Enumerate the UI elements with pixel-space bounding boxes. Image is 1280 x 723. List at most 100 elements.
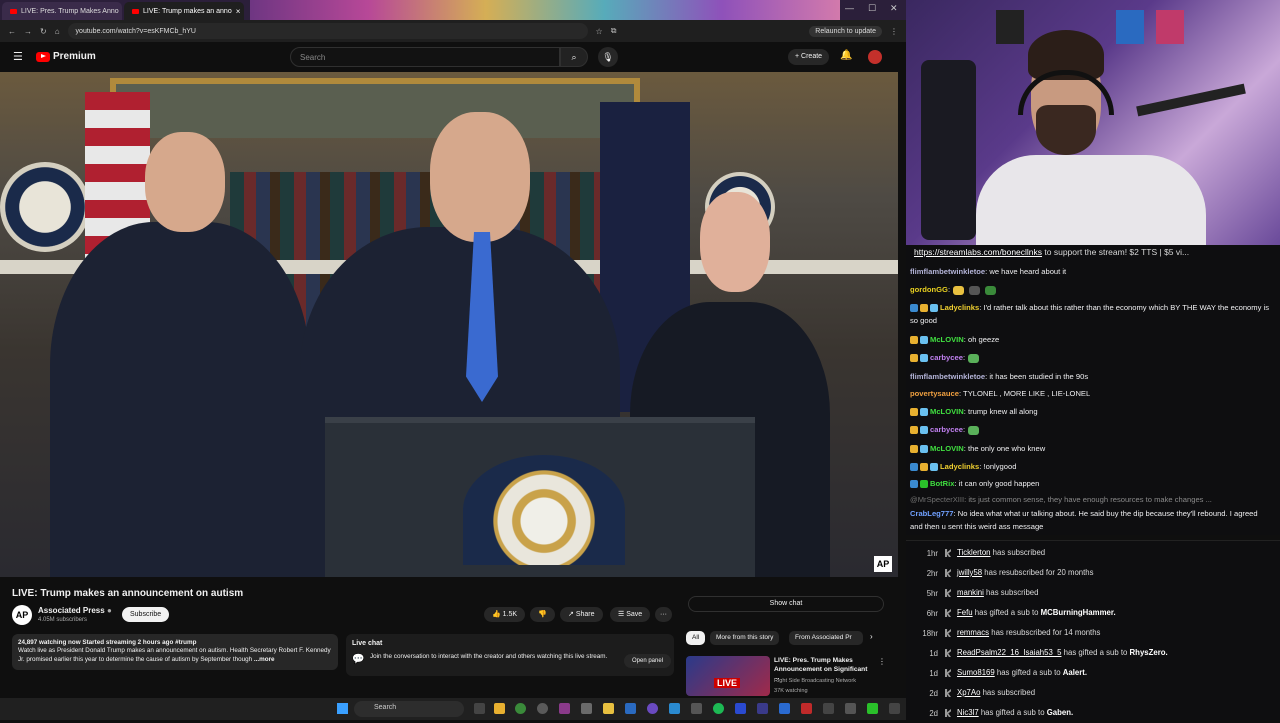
event-recipient[interactable]: Gaben. — [1047, 708, 1073, 717]
url-field[interactable]: youtube.com/watch?v=esKFMCb_hYU — [67, 23, 588, 39]
share-button[interactable]: ↗ Share — [560, 607, 603, 622]
event-username[interactable]: Xp7Ao — [957, 688, 980, 697]
create-button[interactable]: + Create — [788, 49, 830, 65]
subscribe-button[interactable]: Subscribe — [122, 607, 170, 622]
chat-username[interactable]: flimflambetwinkletoe — [910, 267, 985, 276]
taskbar-app-icon[interactable] — [845, 703, 856, 714]
reload-icon[interactable]: ↻ — [40, 27, 47, 36]
event-username[interactable]: Sumo8169 — [957, 668, 995, 677]
taskbar-app-icon[interactable] — [867, 703, 878, 714]
chat-username[interactable]: flimflambetwinkletoe — [910, 372, 985, 381]
chat-username[interactable]: McLOVIN — [930, 407, 964, 416]
taskbar-app-icon[interactable] — [537, 703, 548, 714]
open-panel-button[interactable]: Open panel — [624, 654, 672, 668]
streamlabs-link[interactable]: https://streamlabs.com/bonecllnks — [914, 247, 1042, 257]
like-button[interactable]: 👍 1.5K — [484, 607, 526, 622]
taskbar-app-icon[interactable] — [691, 703, 702, 714]
search-button[interactable]: ⌕ — [560, 47, 588, 67]
back-icon[interactable]: ← — [8, 27, 16, 36]
chat-username[interactable]: Ladyclinks — [940, 303, 979, 312]
taskbar-app-icon[interactable] — [647, 703, 658, 714]
chat-username[interactable]: povertysauce — [910, 389, 959, 398]
more-link[interactable]: ...more — [254, 656, 275, 663]
taskbar-app-icon[interactable] — [559, 703, 570, 714]
minimize-icon[interactable]: — — [845, 3, 854, 13]
forward-icon[interactable]: → — [24, 27, 32, 36]
maximize-icon[interactable]: ☐ — [868, 3, 876, 14]
taskbar-search[interactable]: Search — [354, 701, 464, 717]
recommended-thumbnail[interactable]: LIVE — [686, 656, 770, 696]
event-recipient[interactable]: Aalert. — [1063, 668, 1087, 677]
event-username[interactable]: jwilly58 — [957, 568, 982, 577]
event-username[interactable]: ReadPsalm22_16_Isaiah53_5 — [957, 648, 1061, 657]
chat-username[interactable]: gordonGG — [910, 285, 948, 294]
close-window-icon[interactable]: ✕ — [890, 3, 898, 14]
browser-menu-icon[interactable]: ⋮ — [890, 27, 898, 36]
taskbar-app-icon[interactable] — [757, 703, 768, 714]
taskbar-app-icon[interactable] — [889, 703, 900, 714]
show-chat-button[interactable]: Show chat — [688, 596, 884, 612]
event-time: 1hr — [926, 549, 938, 558]
chat-username[interactable]: @MrSpecterXIII — [910, 495, 964, 504]
event-username[interactable]: mankini — [957, 588, 984, 597]
spotify-icon[interactable] — [713, 703, 724, 714]
taskbar-app-icon[interactable] — [494, 703, 505, 714]
description-box[interactable]: 24,897 watching now Started streaming 2 … — [12, 634, 338, 670]
event-username[interactable]: Fefu — [957, 608, 973, 617]
relaunch-button[interactable]: Relaunch to update — [809, 25, 882, 37]
channel-avatar[interactable]: AP — [12, 605, 32, 625]
recommended-meta: 37K watching — [774, 688, 808, 694]
file-explorer-icon[interactable] — [603, 703, 614, 714]
windows-start-icon[interactable] — [337, 703, 348, 714]
kick-icon — [945, 609, 951, 617]
task-view-icon[interactable] — [474, 703, 485, 714]
close-tab-icon[interactable]: × — [236, 7, 241, 16]
recommended-menu-icon[interactable]: ⋮ — [878, 657, 886, 666]
event-recipient[interactable]: MCBurningHammer. — [1041, 608, 1116, 617]
chat-username[interactable]: carbycee — [930, 425, 963, 434]
chat-username[interactable]: CrabLeg777 — [910, 509, 953, 518]
hamburger-menu-icon[interactable]: ☰ — [13, 50, 23, 63]
browser-tab-1[interactable]: LIVE: Pres. Trump Makes Anno × — [2, 2, 122, 20]
chat-username[interactable]: McLOVIN — [930, 335, 964, 344]
video-player[interactable]: AP — [0, 72, 898, 577]
steam-icon[interactable] — [625, 703, 636, 714]
home-icon[interactable]: ⌂ — [55, 27, 60, 36]
chip-more-from-story[interactable]: More from this story — [710, 631, 780, 645]
chat-username[interactable]: carbycee — [930, 353, 963, 362]
taskbar-app-icon[interactable] — [669, 703, 680, 714]
event-username[interactable]: Ticklerton — [957, 548, 991, 557]
taskbar-app-icon[interactable] — [581, 703, 592, 714]
more-actions-button[interactable]: ··· — [655, 607, 672, 622]
save-button[interactable]: ☰ Save — [610, 607, 651, 622]
notifications-bell-icon[interactable]: 🔔 — [840, 50, 852, 61]
event-recipient[interactable]: RhysZero. — [1130, 648, 1168, 657]
bookmark-star-icon[interactable]: ☆ — [596, 27, 603, 36]
event-username[interactable]: Nic3l7 — [957, 708, 979, 717]
browser-tab-2[interactable]: LIVE: Trump makes an anno × — [124, 2, 244, 20]
channel-name[interactable]: Associated Press ● — [38, 606, 112, 615]
event-username[interactable]: remmacs — [957, 628, 989, 637]
chat-username[interactable]: McLOVIN — [930, 444, 964, 453]
chevron-right-icon[interactable]: › — [870, 632, 873, 641]
chip-all[interactable]: All — [686, 631, 706, 645]
chat-username[interactable]: BotRix — [930, 479, 954, 488]
event-row: 2d Xp7Ao has subscribed — [906, 683, 1280, 703]
taskbar-app-icon[interactable] — [735, 703, 746, 714]
chrome-icon[interactable] — [515, 703, 526, 714]
event-text: Fefu has gifted a sub to MCBurningHammer… — [957, 608, 1116, 617]
event-time: 2d — [929, 689, 938, 698]
taskbar-app-icon[interactable] — [779, 703, 790, 714]
youtube-logo[interactable]: Premium — [36, 51, 96, 62]
chip-from-associated-press[interactable]: From Associated Pr — [789, 631, 863, 645]
live-chat-title: Live chat — [352, 640, 383, 647]
extensions-icon[interactable]: ⧉ — [611, 26, 617, 36]
search-input[interactable]: Search — [290, 47, 560, 67]
taskbar-app-icon[interactable] — [823, 703, 834, 714]
chat-username[interactable]: Ladyclinks — [940, 462, 979, 471]
account-avatar[interactable] — [868, 50, 882, 64]
voice-search-button[interactable]: 🎙 — [598, 47, 618, 67]
event-action: has gifted a sub to — [978, 708, 1047, 717]
dislike-button[interactable]: 👎 — [530, 607, 555, 622]
taskbar-app-icon[interactable] — [801, 703, 812, 714]
